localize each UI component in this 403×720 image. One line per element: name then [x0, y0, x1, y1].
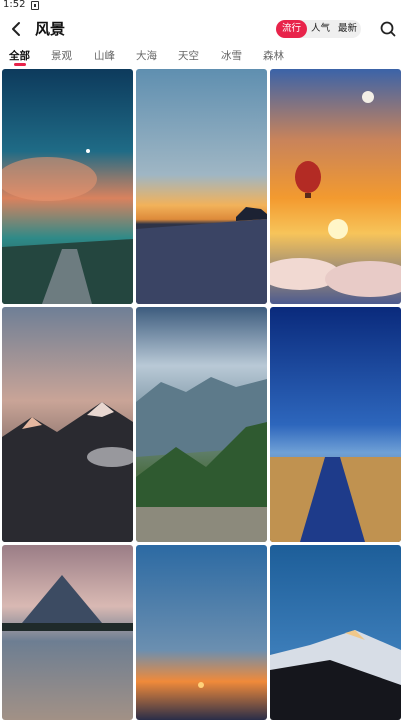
tab-landscape[interactable]: 景观 [51, 48, 72, 63]
wallpaper-tile[interactable] [136, 545, 267, 720]
tab-forest[interactable]: 森林 [263, 48, 284, 63]
wallpaper-image [2, 69, 133, 304]
sort-popular[interactable]: 流行 [276, 20, 308, 38]
wallpaper-tile[interactable] [136, 307, 267, 542]
page-title: 风景 [35, 20, 66, 38]
wallpaper-tile[interactable] [270, 307, 401, 542]
wallpaper-tile[interactable] [2, 545, 133, 720]
wallpaper-tile[interactable] [2, 69, 133, 304]
wallpaper-image [270, 307, 401, 542]
wallpaper-image [270, 545, 401, 720]
wallpaper-tile[interactable] [270, 69, 401, 304]
tab-all[interactable]: 全部 [9, 48, 30, 63]
sort-latest[interactable]: 最新 [334, 20, 361, 38]
tab-mountains[interactable]: 山峰 [94, 48, 115, 63]
wallpaper-image [136, 307, 267, 542]
search-icon [380, 21, 396, 37]
wallpaper-image [136, 69, 267, 304]
wallpaper-image [2, 545, 133, 720]
wallpaper-tile[interactable] [136, 69, 267, 304]
tab-sky[interactable]: 天空 [178, 48, 199, 63]
sort-popularity[interactable]: 人气 [307, 20, 334, 38]
wallpaper-image [136, 545, 267, 720]
notification-icon [31, 1, 39, 10]
status-time: 1:52 [3, 0, 26, 10]
back-button[interactable] [6, 18, 28, 40]
wallpaper-tile[interactable] [2, 307, 133, 542]
status-bar: 1:52 [0, 0, 403, 12]
search-button[interactable] [378, 19, 398, 39]
back-arrow-icon [12, 22, 20, 36]
tab-ice-snow[interactable]: 冰雪 [221, 48, 242, 63]
category-tabs: 全部 景观 山峰 大海 天空 冰雪 森林 [0, 46, 403, 68]
app-bar: 风景 流行 人气 最新 [0, 14, 403, 44]
tab-sea[interactable]: 大海 [136, 48, 157, 63]
sort-toggle: 流行 人气 最新 [276, 20, 362, 38]
wallpaper-image [2, 307, 133, 542]
wallpaper-image [270, 69, 401, 304]
wallpaper-tile[interactable] [270, 545, 401, 720]
active-tab-indicator [14, 63, 26, 66]
